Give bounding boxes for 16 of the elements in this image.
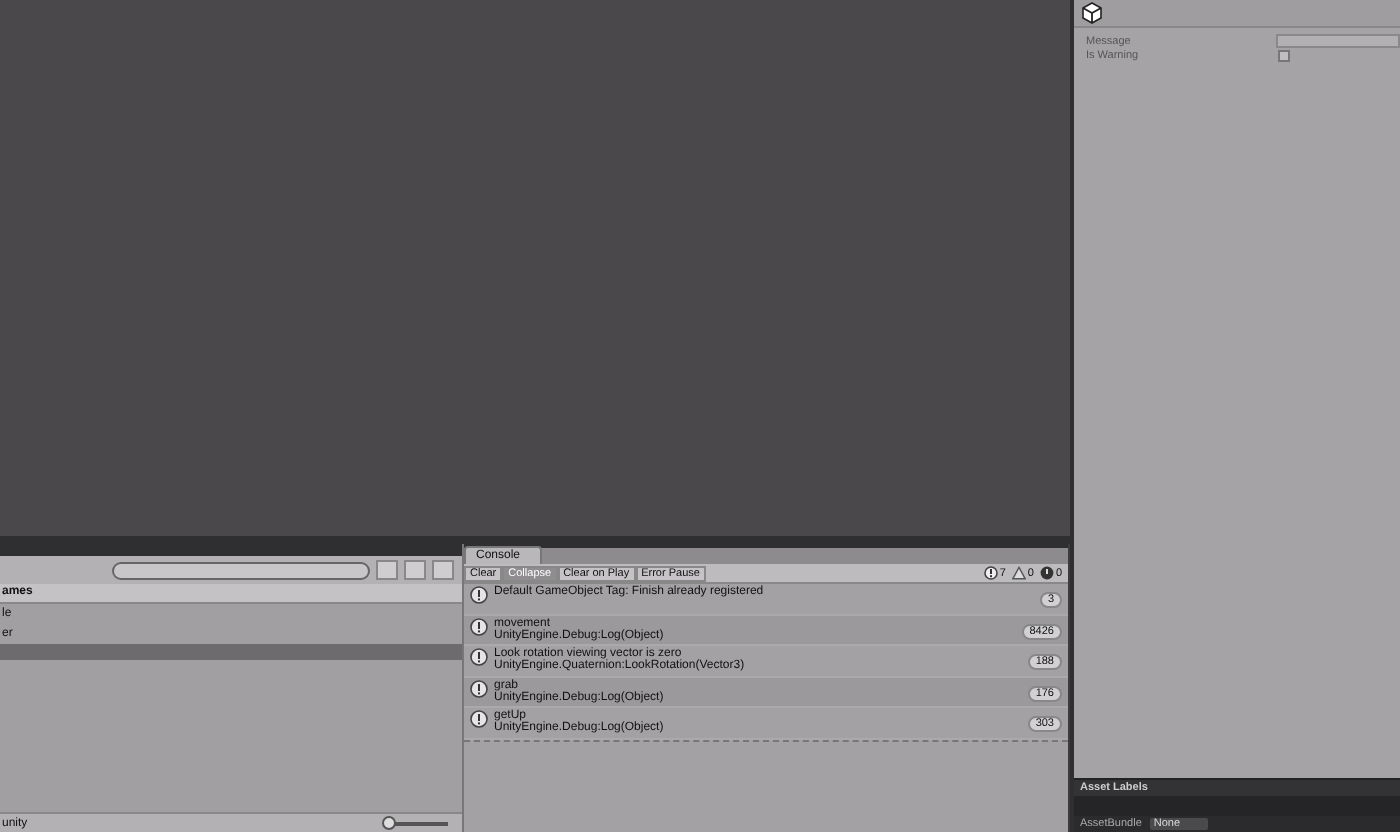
info-icon bbox=[470, 586, 488, 604]
filter-icon[interactable] bbox=[432, 560, 454, 580]
error-icon bbox=[1039, 566, 1054, 580]
text-field[interactable] bbox=[1276, 34, 1400, 48]
zoom-slider[interactable] bbox=[378, 816, 454, 830]
cube-logo-icon bbox=[1082, 2, 1102, 24]
checkbox[interactable] bbox=[1278, 49, 1290, 61]
info-icon bbox=[983, 566, 998, 580]
filter-icon[interactable] bbox=[376, 560, 398, 580]
info-icon bbox=[470, 679, 488, 697]
search-field[interactable] bbox=[112, 561, 370, 579]
filter-icon[interactable] bbox=[404, 560, 426, 580]
info-icon bbox=[470, 648, 488, 666]
slider-thumb[interactable] bbox=[381, 816, 396, 830]
info-icon bbox=[470, 710, 488, 728]
info-icon bbox=[470, 617, 488, 635]
